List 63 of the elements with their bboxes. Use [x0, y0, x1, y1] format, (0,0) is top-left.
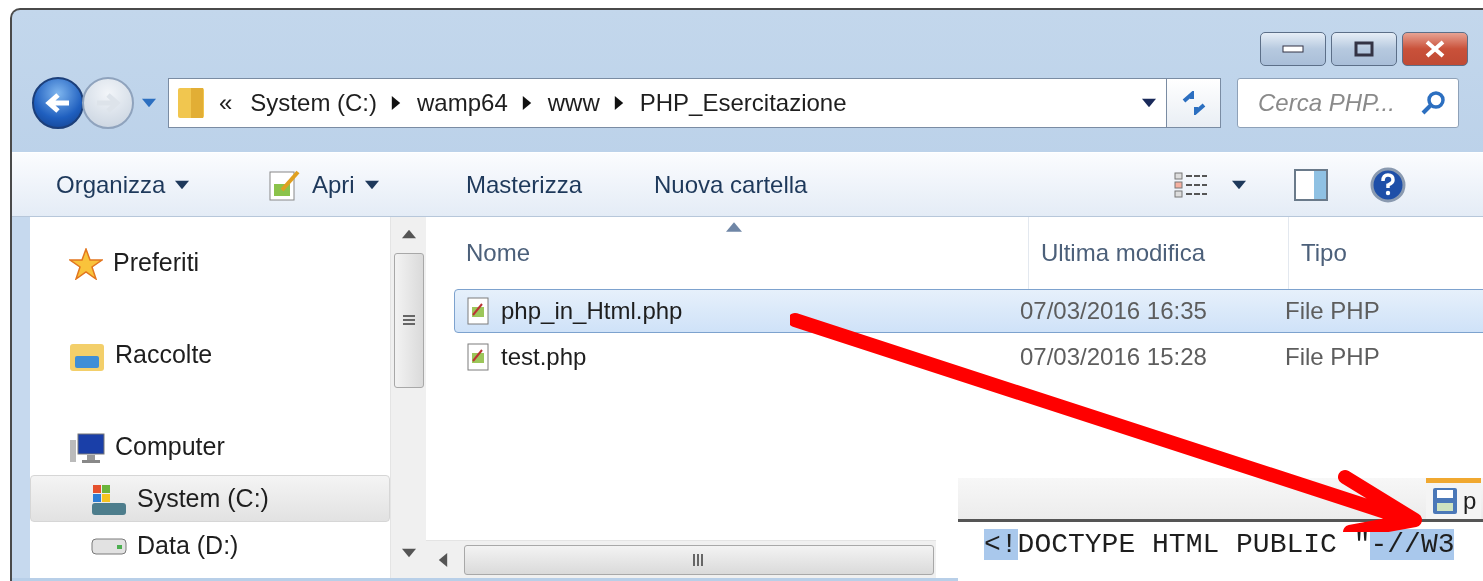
code-token: -//W3 — [1370, 528, 1455, 560]
php-file-icon — [467, 343, 489, 371]
php-file-icon — [467, 297, 489, 325]
breadcrumb[interactable]: PHP_Esercitazione — [639, 89, 847, 117]
overflow-marker[interactable]: « — [219, 89, 233, 117]
close-icon — [1424, 40, 1446, 58]
minimize-icon — [1282, 44, 1304, 54]
file-type: File PHP — [1285, 297, 1381, 325]
breadcrumb[interactable]: System (C:) — [250, 89, 378, 117]
grip-icon — [692, 552, 706, 567]
folder-icon — [177, 86, 205, 120]
file-row[interactable]: php_in_Html.php 07/03/2016 16:35 File PHP — [454, 289, 1483, 333]
address-bar[interactable]: « System (C:) wamp64 www PHP_Esercitazione — [168, 78, 1167, 128]
pane-icon — [1294, 168, 1328, 201]
toolbar-button[interactable]: Organizza — [56, 170, 268, 199]
scroll-thumb[interactable] — [393, 253, 424, 388]
scroll-up-icon — [401, 227, 416, 241]
file-type: File PHP — [1285, 343, 1381, 371]
horizontal-scrollbar[interactable] — [426, 540, 936, 578]
history-dropdown[interactable] — [142, 96, 156, 110]
minimize-button[interactable] — [1260, 32, 1326, 66]
computer-icon — [69, 432, 105, 464]
grip-icon — [401, 313, 416, 328]
caret-icon — [1142, 96, 1156, 110]
sidebar-item[interactable]: Computer — [30, 425, 390, 475]
maximize-button[interactable] — [1331, 32, 1397, 66]
close-button[interactable] — [1402, 32, 1468, 66]
list-view-icon — [1174, 171, 1208, 198]
toolbar-button[interactable]: Masterizza — [466, 170, 654, 199]
file-name: test.php — [501, 343, 587, 371]
sidebar-item[interactable]: Data (D:) — [30, 522, 390, 569]
modified-date: 07/03/2016 15:28 — [1020, 343, 1208, 371]
search-field[interactable]: Cerca PHP... — [1237, 78, 1459, 128]
sidebar-item[interactable]: Preferiti — [30, 241, 390, 333]
code-token: <! — [984, 528, 1018, 560]
save-icon — [1432, 487, 1458, 515]
sidebar-item[interactable]: Raccolte — [30, 333, 390, 425]
scroll-thumb[interactable] — [464, 544, 934, 575]
search-input[interactable]: Cerca PHP... — [1256, 88, 1416, 118]
breadcrumb[interactable]: wamp64 — [417, 89, 508, 117]
help-button[interactable] — [1370, 166, 1406, 203]
vertical-scrollbar[interactable] — [390, 217, 426, 578]
drive-icon — [91, 535, 127, 556]
back-button[interactable] — [32, 77, 84, 129]
view-options-button[interactable] — [1174, 171, 1246, 198]
toolbar-button[interactable]: Nuova cartella — [654, 170, 1174, 199]
caret-icon — [142, 96, 156, 110]
sidebar-item[interactable]: System (C:) — [30, 475, 390, 522]
maximize-icon — [1354, 41, 1374, 57]
preview-pane-button[interactable] — [1294, 168, 1328, 201]
scroll-down-icon — [401, 546, 416, 560]
file-row[interactable]: test.php 07/03/2016 15:28 File PHP — [454, 335, 1483, 379]
breadcrumb[interactable]: www — [547, 89, 600, 117]
star-icon — [69, 248, 103, 280]
code-token: DOCTYPE HTML PUBLIC " — [1017, 528, 1371, 560]
editor-tab[interactable]: p — [1426, 478, 1481, 519]
file-name: php_in_Html.php — [501, 297, 683, 325]
search-icon — [1420, 90, 1446, 116]
modified-date: 07/03/2016 16:35 — [1020, 297, 1208, 325]
refresh-button[interactable] — [1167, 78, 1221, 128]
help-icon — [1370, 166, 1406, 203]
toolbar-button[interactable]: Apri — [268, 167, 466, 202]
scroll-left-icon — [436, 552, 450, 567]
